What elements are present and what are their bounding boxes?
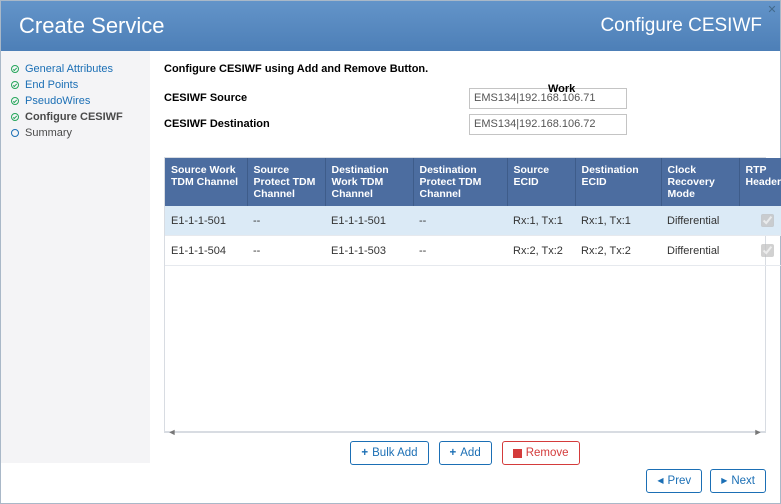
page-subtitle: Configure CESIWF: [600, 15, 762, 37]
form-row-destination: CESIWF Destination: [164, 111, 766, 137]
check-icon: [11, 97, 19, 105]
col-source-work-tdm[interactable]: Source Work TDM Channel: [165, 158, 247, 206]
header-bar: Create Service Configure CESIWF: [1, 1, 780, 51]
sidebar-item-label: Configure CESIWF: [25, 111, 123, 123]
next-button[interactable]: Next: [710, 469, 766, 493]
prev-button[interactable]: Prev: [646, 469, 702, 493]
cell: Rx:1, Tx:1: [507, 206, 575, 236]
table-header-row: Source Work TDM Channel Source Protect T…: [165, 158, 781, 206]
cell: --: [413, 236, 507, 266]
sidebar-item-general-attributes[interactable]: General Attributes: [11, 61, 140, 77]
cell: Rx:2, Tx:2: [507, 236, 575, 266]
check-icon: [11, 81, 19, 89]
sidebar-item-end-points[interactable]: End Points: [11, 77, 140, 93]
cell: E1-1-1-501: [165, 206, 247, 236]
add-button[interactable]: Add: [439, 441, 492, 465]
plus-icon: [361, 447, 368, 459]
table-actions: Bulk Add Add Remove: [164, 441, 766, 465]
sidebar-item-summary[interactable]: Summary: [11, 125, 140, 141]
cell: --: [247, 206, 325, 236]
button-label: Prev: [668, 475, 692, 487]
page-title: Create Service: [19, 13, 165, 39]
rtp-checkbox[interactable]: [761, 214, 774, 227]
check-icon: [11, 113, 19, 121]
table-row[interactable]: E1-1-1-501 -- E1-1-1-501 -- Rx:1, Tx:1 R…: [165, 206, 781, 236]
col-source-ecid[interactable]: Source ECID: [507, 158, 575, 206]
cell: --: [247, 236, 325, 266]
col-rtp-header[interactable]: RTP Header: [739, 158, 781, 206]
button-label: Remove: [526, 447, 569, 459]
circle-icon: [11, 129, 19, 137]
col-dest-ecid[interactable]: Destination ECID: [575, 158, 661, 206]
create-service-window: ✕ Create Service Configure CESIWF Genera…: [0, 0, 781, 504]
rtp-header-cell: [739, 236, 781, 266]
caret-left-icon: [657, 475, 663, 487]
button-label: Next: [731, 475, 755, 487]
cesiwf-table: Source Work TDM Channel Source Protect T…: [164, 157, 766, 432]
sidebar-item-configure-cesiwf[interactable]: Configure CESIWF: [11, 109, 140, 125]
horizontal-scrollbar[interactable]: ◄ ►: [164, 432, 766, 433]
cell: Differential: [661, 236, 739, 266]
scroll-left-arrow-icon[interactable]: ◄: [166, 427, 178, 437]
wizard-sidebar: General Attributes End Points PseudoWire…: [1, 51, 150, 463]
wizard-footer: Prev Next: [1, 463, 780, 503]
cell: Rx:1, Tx:1: [575, 206, 661, 236]
stop-icon: [513, 449, 522, 458]
sidebar-item-label: Summary: [25, 127, 72, 139]
rtp-header-cell: [739, 206, 781, 236]
instruction-text: Configure CESIWF using Add and Remove Bu…: [164, 63, 766, 75]
cell: Rx:2, Tx:2: [575, 236, 661, 266]
cesiwf-destination-input[interactable]: [469, 114, 627, 135]
main-panel: Configure CESIWF using Add and Remove Bu…: [150, 51, 780, 463]
body: General Attributes End Points PseudoWire…: [1, 51, 780, 463]
bulk-add-button[interactable]: Bulk Add: [350, 441, 428, 465]
sidebar-item-pseudowires[interactable]: PseudoWires: [11, 93, 140, 109]
sidebar-item-label: PseudoWires: [25, 95, 90, 107]
cell: E1-1-1-504: [165, 236, 247, 266]
button-label: Bulk Add: [372, 447, 417, 459]
close-icon[interactable]: ✕: [765, 2, 779, 16]
cell: E1-1-1-503: [325, 236, 413, 266]
table-row[interactable]: E1-1-1-504 -- E1-1-1-503 -- Rx:2, Tx:2 R…: [165, 236, 781, 266]
sidebar-item-label: General Attributes: [25, 63, 113, 75]
cell: Differential: [661, 206, 739, 236]
sidebar-item-label: End Points: [25, 79, 78, 91]
source-label: CESIWF Source: [164, 92, 469, 104]
form-row-source: CESIWF Source: [164, 85, 766, 111]
destination-label: CESIWF Destination: [164, 118, 469, 130]
check-icon: [11, 65, 19, 73]
col-clock-recovery[interactable]: Clock Recovery Mode: [661, 158, 739, 206]
plus-icon: [450, 447, 457, 459]
col-dest-work-tdm[interactable]: Destination Work TDM Channel: [325, 158, 413, 206]
remove-button[interactable]: Remove: [502, 441, 580, 465]
rtp-checkbox[interactable]: [761, 244, 774, 257]
table-empty-space: [165, 266, 765, 432]
scroll-right-arrow-icon[interactable]: ►: [752, 427, 764, 437]
caret-right-icon: [721, 475, 727, 487]
work-column-label: Work: [548, 83, 575, 95]
cell: E1-1-1-501: [325, 206, 413, 236]
button-label: Add: [460, 447, 480, 459]
form-area: Work CESIWF Source CESIWF Destination: [164, 85, 766, 137]
col-source-protect-tdm[interactable]: Source Protect TDM Channel: [247, 158, 325, 206]
cell: --: [413, 206, 507, 236]
col-dest-protect-tdm[interactable]: Destination Protect TDM Channel: [413, 158, 507, 206]
